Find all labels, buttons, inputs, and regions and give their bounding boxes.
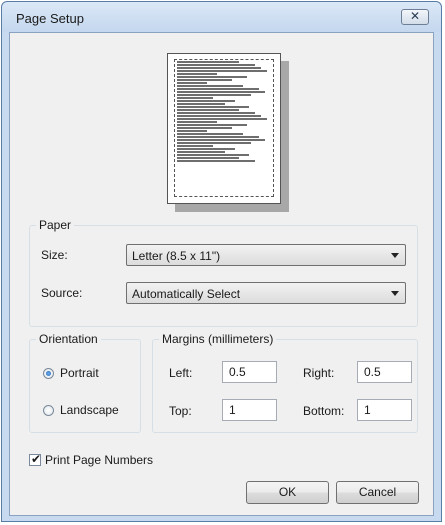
close-icon: ✕ xyxy=(409,9,421,23)
sample-text-line xyxy=(177,121,217,123)
bottom-margin-input[interactable]: 1 xyxy=(357,399,412,421)
title-bar[interactable]: Page Setup ✕ xyxy=(2,2,441,32)
size-label: Size: xyxy=(41,248,68,262)
size-select-value: Letter (8.5 x 11") xyxy=(132,249,221,263)
landscape-label[interactable]: Landscape xyxy=(60,403,119,417)
sample-text-line xyxy=(177,73,217,75)
sample-text-line xyxy=(177,130,207,132)
sample-text-line xyxy=(177,64,255,66)
sample-text-line xyxy=(177,136,259,138)
size-select[interactable]: Letter (8.5 x 11") xyxy=(126,244,406,266)
dialog-title: Page Setup xyxy=(16,11,84,26)
sample-text-line xyxy=(177,127,232,129)
chevron-down-icon xyxy=(391,291,399,296)
top-margin-label: Top: xyxy=(169,404,192,418)
page-preview-text-area xyxy=(174,59,274,197)
orientation-group-title: Orientation xyxy=(36,332,101,346)
sample-text-line xyxy=(177,148,235,150)
sample-text-line xyxy=(177,151,225,153)
sample-text-line xyxy=(177,100,235,102)
paper-group-title: Paper xyxy=(36,218,75,232)
margins-group-title: Margins (millimeters) xyxy=(159,332,277,346)
landscape-radio[interactable] xyxy=(43,405,54,416)
page-setup-dialog: Page Setup ✕ Paper Size: Letter (8.5 x 1… xyxy=(1,1,442,522)
sample-text-line xyxy=(177,142,251,144)
sample-text-line xyxy=(177,133,243,135)
sample-text-line xyxy=(177,76,247,78)
sample-text-line xyxy=(177,94,251,96)
portrait-radio[interactable] xyxy=(43,368,54,379)
sample-text-line xyxy=(177,154,249,156)
paper-group: Paper Size: Letter (8.5 x 11") Source: A… xyxy=(29,218,418,327)
sample-text-line xyxy=(177,112,255,114)
sample-text-line xyxy=(177,109,239,111)
print-page-numbers-checkbox[interactable]: ✔ xyxy=(29,452,42,466)
sample-text-line xyxy=(177,115,261,117)
right-margin-label: Right: xyxy=(303,366,335,380)
sample-text-line xyxy=(177,106,249,108)
right-margin-input[interactable]: 0.5 xyxy=(357,361,412,383)
orientation-group: Orientation Portrait Landscape xyxy=(29,332,141,433)
source-select[interactable]: Automatically Select xyxy=(126,282,406,304)
sample-text-line xyxy=(177,124,247,126)
chevron-down-icon xyxy=(391,253,399,258)
dialog-body: Paper Size: Letter (8.5 x 11") Source: A… xyxy=(9,32,434,516)
sample-text-line xyxy=(177,139,265,141)
sample-text-line xyxy=(177,157,239,159)
checkmark-icon: ✔ xyxy=(31,452,42,466)
left-margin-label: Left: xyxy=(169,366,193,380)
top-margin-input[interactable]: 1 xyxy=(222,399,277,421)
sample-text-line xyxy=(177,67,261,69)
close-button[interactable]: ✕ xyxy=(401,9,429,25)
sample-text-line xyxy=(177,82,207,84)
cancel-button[interactable]: Cancel xyxy=(336,481,419,504)
bottom-margin-label: Bottom: xyxy=(303,404,345,418)
page-preview-paper xyxy=(167,53,281,204)
sample-text-line xyxy=(177,85,243,87)
print-page-numbers-label[interactable]: Print Page Numbers xyxy=(45,453,153,467)
sample-text-line xyxy=(177,70,267,72)
sample-text-line xyxy=(177,118,267,120)
sample-text-line xyxy=(177,88,259,90)
sample-text-line xyxy=(177,160,255,162)
sample-text-line xyxy=(177,97,213,99)
source-select-value: Automatically Select xyxy=(132,287,241,301)
ok-button[interactable]: OK xyxy=(246,481,329,504)
sample-text-line xyxy=(177,103,225,105)
sample-text-line xyxy=(177,79,232,81)
sample-text-line xyxy=(177,61,239,63)
margins-group: Margins (millimeters) Left: 0.5 Right: 0… xyxy=(152,332,418,433)
page-preview xyxy=(167,53,289,212)
source-label: Source: xyxy=(41,286,83,300)
sample-text-line xyxy=(177,91,265,93)
sample-text-line xyxy=(177,145,213,147)
portrait-label[interactable]: Portrait xyxy=(60,366,99,380)
left-margin-input[interactable]: 0.5 xyxy=(222,361,277,383)
